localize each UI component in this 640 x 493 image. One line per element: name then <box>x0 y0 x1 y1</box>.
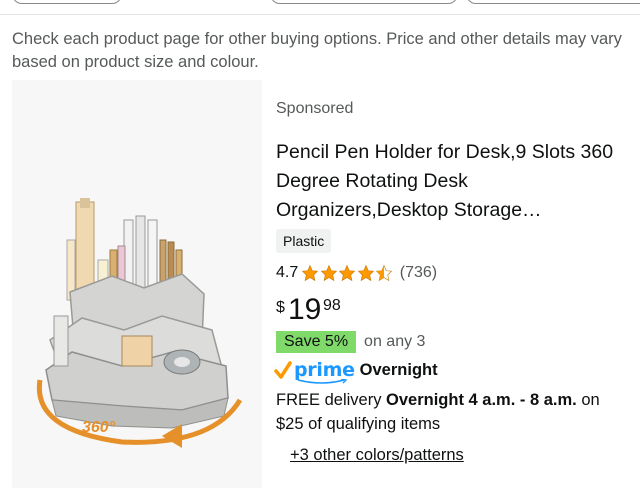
buying-options-notice: Check each product page for other buying… <box>12 30 622 71</box>
material-badge: Plastic <box>276 229 332 253</box>
filter-pill[interactable] <box>12 0 122 4</box>
price-fraction: 98 <box>323 297 341 314</box>
delivery-window: Overnight 4 a.m. - 8 a.m. <box>386 391 577 409</box>
more-colors-link[interactable]: +3 other colors/patterns <box>290 446 464 465</box>
star-full-icon <box>357 264 374 282</box>
save-badge: Save 5% <box>276 330 357 353</box>
prime-smile-icon <box>297 379 348 384</box>
price-whole: 19 <box>288 293 322 326</box>
rotation-label: 360° <box>82 419 116 436</box>
prime-speed: Overnight <box>359 360 438 379</box>
rating-row[interactable]: 4.7 (736) <box>276 262 437 284</box>
star-half-icon <box>376 264 393 282</box>
star-full-icon <box>302 264 319 282</box>
filter-pill[interactable] <box>466 0 640 4</box>
delivery-prefix: FREE delivery <box>276 391 387 409</box>
star-full-icon <box>320 264 337 282</box>
star-full-icon <box>339 264 356 282</box>
product-image[interactable]: 360° <box>12 80 262 488</box>
rating-value: 4.7 <box>276 264 299 281</box>
prime-check-icon <box>274 361 292 379</box>
rating-stars <box>301 264 394 282</box>
desk-organizer-image: 360° <box>36 198 243 448</box>
delivery-info: FREE delivery Overnight 4 a.m. - 8 a.m. … <box>276 388 626 436</box>
filter-bar <box>0 0 640 15</box>
prime-label: prime <box>294 359 355 381</box>
prime-row: prime Overnight <box>274 358 438 384</box>
price-symbol: $ <box>276 299 285 316</box>
sponsored-label: Sponsored <box>276 100 354 117</box>
save-suffix: on any 3 <box>364 332 426 350</box>
prime-logo: prime <box>294 359 355 384</box>
filter-pill[interactable] <box>270 0 458 4</box>
save-row: Save 5% on any 3 <box>276 330 425 353</box>
rating-count[interactable]: (736) <box>400 264 437 282</box>
product-title[interactable]: Pencil Pen Holder for Desk,9 Slots 360 D… <box>276 138 626 225</box>
